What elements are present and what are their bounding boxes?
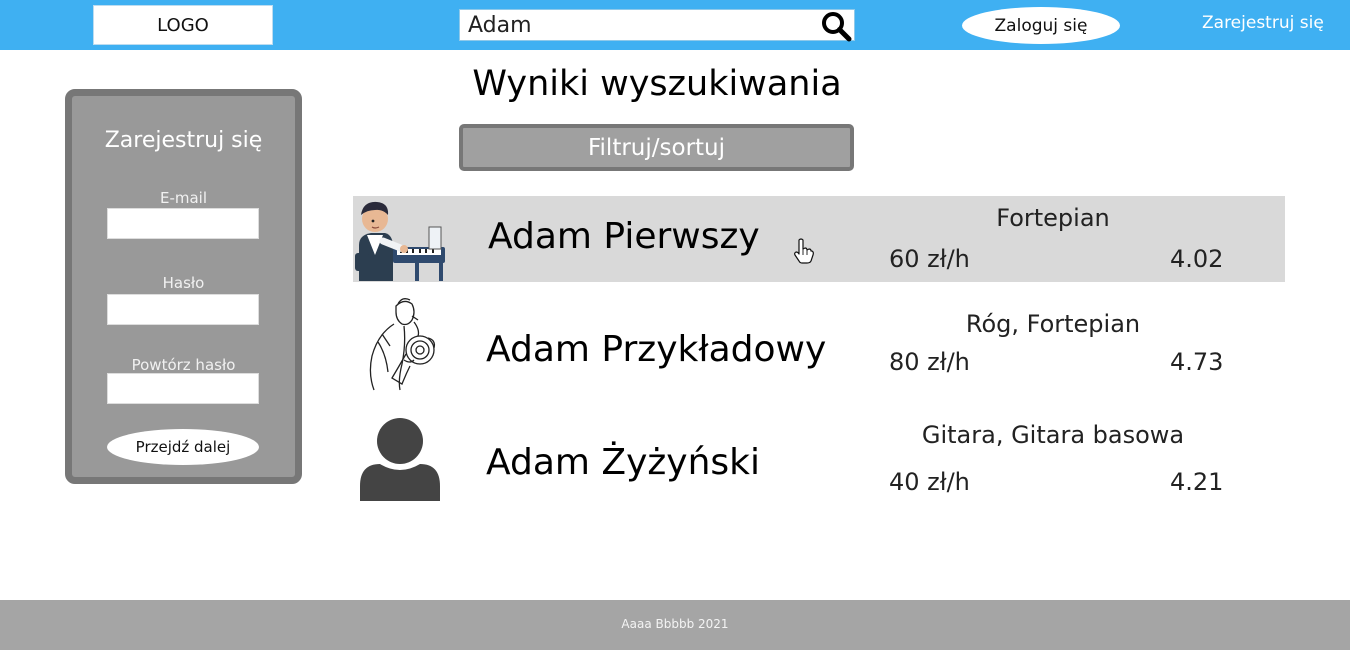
register-link[interactable]: Zarejestruj się xyxy=(1202,13,1324,33)
result-row[interactable]: Adam Przykładowy Róg, Fortepian 80 zł/h … xyxy=(353,290,1285,395)
search-box xyxy=(459,9,855,42)
result-instruments: Róg, Fortepian xyxy=(965,310,1141,338)
result-name[interactable]: Adam Przykładowy xyxy=(486,329,826,370)
continue-button[interactable]: Przejdź dalej xyxy=(107,429,259,465)
top-bar: LOGO Zaloguj się Zarejestruj się xyxy=(0,0,1350,50)
result-rating: 4.73 xyxy=(1170,348,1224,376)
login-button[interactable]: Zaloguj się xyxy=(962,7,1120,44)
default-user-avatar xyxy=(360,418,440,501)
password-field[interactable] xyxy=(107,294,259,325)
result-instruments: Fortepian xyxy=(996,204,1110,232)
result-price: 40 zł/h xyxy=(889,468,970,496)
result-price: 80 zł/h xyxy=(889,348,970,376)
password-label: Hasło xyxy=(162,274,205,292)
hand-cursor-icon xyxy=(794,238,814,264)
registration-panel: Zarejestruj się E-mail Hasło Powtórz has… xyxy=(65,89,302,484)
horn-player-avatar xyxy=(358,294,443,392)
result-row[interactable]: Adam Żyżyński Gitara, Gitara basowa 40 z… xyxy=(353,410,1285,505)
pianist-avatar xyxy=(353,197,446,281)
result-name[interactable]: Adam Pierwszy xyxy=(488,216,760,257)
logo[interactable]: LOGO xyxy=(93,5,273,45)
repeat-password-field[interactable] xyxy=(107,373,259,404)
registration-title: Zarejestruj się xyxy=(104,128,263,153)
search-icon[interactable] xyxy=(818,10,854,42)
result-rating: 4.02 xyxy=(1170,245,1224,273)
result-rating: 4.21 xyxy=(1170,468,1224,496)
search-input[interactable] xyxy=(460,10,816,40)
page-title: Wyniki wyszukiwania xyxy=(472,64,842,104)
repeat-password-label: Powtórz hasło xyxy=(131,356,236,374)
result-price: 60 zł/h xyxy=(889,245,970,273)
result-row[interactable]: Adam Pierwszy Fortepian 60 zł/h 4.02 xyxy=(353,196,1285,282)
filter-sort-button[interactable]: Filtruj/sortuj xyxy=(459,124,854,171)
result-name[interactable]: Adam Żyżyński xyxy=(486,442,760,483)
result-instruments: Gitara, Gitara basowa xyxy=(921,421,1185,449)
email-field[interactable] xyxy=(107,208,259,239)
footer-text: Aaaa Bbbbb 2021 xyxy=(621,617,729,631)
email-label: E-mail xyxy=(159,189,208,207)
footer: Aaaa Bbbbb 2021 xyxy=(0,600,1350,650)
